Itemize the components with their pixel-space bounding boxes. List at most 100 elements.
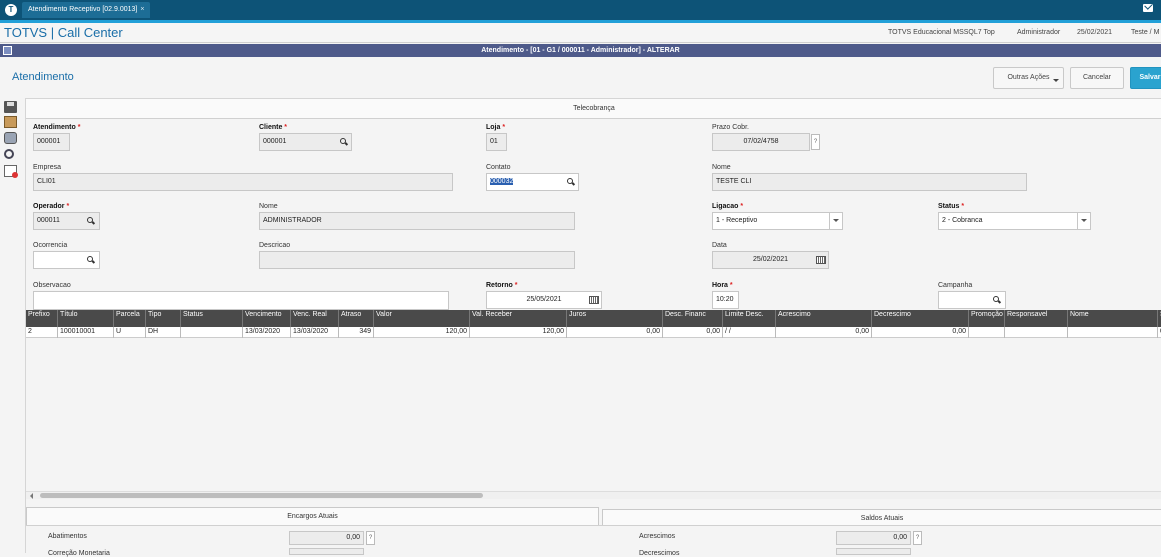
loja-field[interactable]: 01	[486, 133, 507, 151]
col-nome[interactable]: Nome	[1068, 310, 1158, 327]
ocorrencia-field[interactable]	[33, 251, 100, 269]
calendar-icon[interactable]	[589, 296, 599, 304]
col-promocao[interactable]: Promoção	[969, 310, 1005, 327]
col-acrescimo[interactable]: Acrescimo	[776, 310, 872, 327]
scrollbar-thumb[interactable]	[40, 493, 483, 498]
cell-val-receber: 120,00	[470, 327, 567, 338]
data-label: Data	[712, 242, 727, 249]
calendar-icon[interactable]	[816, 256, 826, 264]
tab-label: Atendimento Receptivo [02.9.0013]	[28, 6, 138, 13]
ligacao-label: Ligacao *	[712, 203, 744, 210]
chevron-down-icon[interactable]	[1077, 213, 1090, 229]
decrescimos-label: Decrescimos	[639, 550, 680, 557]
correcao-field[interactable]	[289, 548, 364, 555]
col-responsavel[interactable]: Responsavel	[1005, 310, 1068, 327]
search-icon[interactable]	[340, 138, 348, 146]
scroll-left-icon[interactable]	[30, 493, 33, 499]
edit-icon[interactable]	[4, 116, 17, 128]
col-atraso[interactable]: Atraso	[339, 310, 374, 327]
col-valor[interactable]: Valor	[374, 310, 470, 327]
table-row[interactable]: 2 100010001 U DH 13/03/2020 13/03/2020 3…	[26, 327, 1161, 338]
empresa-field[interactable]: CLI01	[33, 173, 453, 191]
cliente-label: Cliente *	[259, 124, 288, 131]
search-icon[interactable]	[993, 296, 1001, 304]
nome-operador-label: Nome	[259, 203, 278, 210]
atendimento-field[interactable]: 000001	[33, 133, 70, 151]
col-desc-financ[interactable]: Desc. Financ	[663, 310, 723, 327]
campanha-label: Campanha	[938, 282, 973, 289]
col-titulo[interactable]: Título	[58, 310, 114, 327]
tab-atendimento-receptivo[interactable]: Atendimento Receptivo [02.9.0013] ×	[22, 2, 151, 18]
cell-tipo: DH	[146, 327, 181, 338]
col-parcela[interactable]: Parcela	[114, 310, 146, 327]
help-button[interactable]: ?	[366, 531, 375, 545]
user-label[interactable]: Administrador	[1017, 29, 1060, 36]
decrescimos-field[interactable]	[836, 548, 911, 555]
descricao-field[interactable]	[259, 251, 575, 269]
ocorrencia-label: Ocorrencia	[33, 242, 68, 249]
cancel-button[interactable]: Cancelar	[1070, 67, 1124, 89]
save-button[interactable]: Salvar	[1130, 67, 1161, 89]
cell-limite-desc: / /	[723, 327, 776, 338]
close-icon[interactable]: ×	[140, 6, 144, 13]
contato-field[interactable]: 000032	[486, 173, 579, 191]
chevron-down-icon[interactable]	[829, 213, 842, 229]
operador-value: 000011	[37, 217, 60, 224]
col-venc-real[interactable]: Venc. Real	[291, 310, 339, 327]
retorno-label: Retorno *	[486, 282, 518, 289]
status-select[interactable]: 2 - Cobranca	[938, 212, 1091, 230]
acrescimos-field[interactable]: 0,00	[836, 531, 911, 545]
tab-encargos-atuais[interactable]: Encargos Atuais	[26, 507, 599, 526]
database-icon[interactable]	[4, 132, 17, 144]
cell-promocao	[969, 327, 1005, 338]
abatimentos-field[interactable]: 0,00	[289, 531, 364, 545]
observacao-field[interactable]	[33, 291, 449, 310]
mail-icon[interactable]	[1143, 4, 1153, 12]
cell-nome	[1068, 327, 1158, 338]
horizontal-scrollbar[interactable]	[26, 491, 1161, 499]
operador-field[interactable]: 000011	[33, 212, 100, 230]
col-juros[interactable]: Juros	[567, 310, 663, 327]
search-icon[interactable]	[87, 217, 95, 225]
col-vencimento[interactable]: Vencimento	[243, 310, 291, 327]
prazo-field[interactable]: 07/02/4758	[712, 133, 810, 151]
atendimento-label: Atendimento *	[33, 124, 81, 131]
window-title-bar: Atendimento - [01 - G1 / 000011 - Admini…	[0, 44, 1161, 57]
retorno-field[interactable]: 25/05/2021	[486, 291, 602, 309]
status-value: 2 - Cobranca	[942, 217, 983, 224]
document-icon[interactable]	[4, 165, 18, 178]
col-decrescimo[interactable]: Decrescimo	[872, 310, 969, 327]
other-actions-label: Outras Ações	[1007, 74, 1050, 81]
search-icon[interactable]	[87, 256, 95, 264]
col-tipo[interactable]: Tipo	[146, 310, 181, 327]
page-title: Atendimento	[12, 71, 74, 83]
col-prefixo[interactable]: Prefixo	[26, 310, 58, 327]
ligacao-select[interactable]: 1 - Receptivo	[712, 212, 843, 230]
other-actions-button[interactable]: Outras Ações	[993, 67, 1064, 89]
col-limite-desc[interactable]: Limite Desc.	[723, 310, 776, 327]
operador-label: Operador *	[33, 203, 70, 210]
campanha-field[interactable]	[938, 291, 1006, 309]
panel-header-telecobranca[interactable]: Telecobrança	[26, 99, 1161, 119]
ligacao-value: 1 - Receptivo	[716, 217, 758, 224]
search-icon[interactable]	[4, 149, 14, 159]
cliente-field[interactable]: 000001	[259, 133, 352, 151]
totvs-logo-icon[interactable]: T	[5, 4, 17, 16]
status-label: Status *	[938, 203, 965, 210]
nome-operador-field[interactable]: ADMINISTRADOR	[259, 212, 575, 230]
search-icon[interactable]	[567, 178, 575, 186]
cell-responsavel	[1005, 327, 1068, 338]
page-header: Atendimento Outras Ações Cancelar Salvar	[0, 57, 1161, 97]
main-panel: Telecobrança Atendimento * 000001 Client…	[25, 98, 1161, 557]
help-button[interactable]: ?	[913, 531, 922, 545]
company-label[interactable]: Teste / M	[1131, 29, 1159, 36]
help-button[interactable]: ?	[811, 134, 820, 150]
col-val-receber[interactable]: Val. Receber	[470, 310, 567, 327]
prazo-label: Prazo Cobr.	[712, 124, 749, 131]
col-status[interactable]: Status	[181, 310, 243, 327]
data-field[interactable]: 25/02/2021	[712, 251, 829, 269]
titles-grid[interactable]: Prefixo Título Parcela Tipo Status Venci…	[26, 310, 1161, 490]
save-icon[interactable]	[4, 101, 17, 113]
hora-field[interactable]: 10:20	[712, 291, 739, 309]
nome-cliente-field[interactable]: TESTE CLI	[712, 173, 1027, 191]
